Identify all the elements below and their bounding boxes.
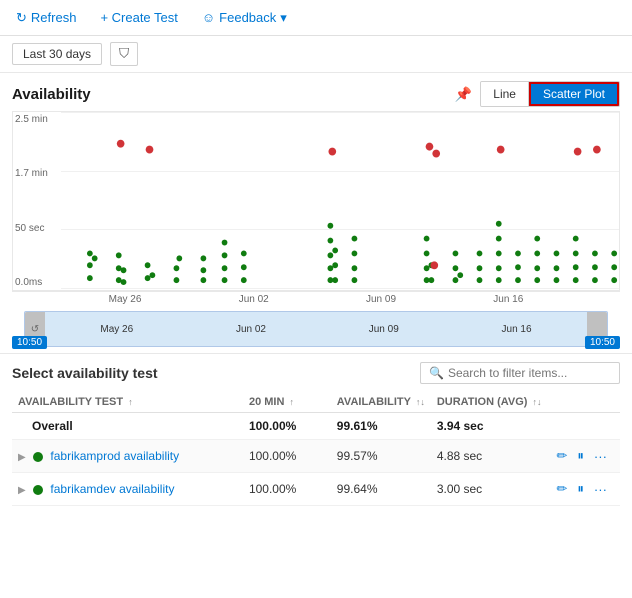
availability-table: AVAILABILITY TEST ↑ 20 MIN ↑ AVAILABILIT… bbox=[12, 392, 620, 506]
chart-section: Availability 📌 Line Scatter Plot 2.5 min… bbox=[0, 73, 632, 354]
refresh-label: Refresh bbox=[31, 10, 77, 25]
row1-20min: 100.00% bbox=[243, 440, 331, 473]
table-row: ▶ fabrikamprod availability 100.00% 99.5… bbox=[12, 440, 620, 473]
line-view-button[interactable]: Line bbox=[481, 82, 529, 106]
scrubber-labels: May 26 Jun 02 Jun 09 Jun 16 bbox=[25, 324, 607, 335]
chevron-down-icon: ▾ bbox=[280, 10, 287, 26]
scrubber-label-2: Jun 02 bbox=[236, 324, 266, 335]
feedback-label: Feedback bbox=[219, 10, 276, 25]
overall-name: Overall bbox=[12, 413, 243, 440]
row2-name[interactable]: ▶ fabrikamdev availability bbox=[12, 473, 243, 506]
status-dot-2 bbox=[33, 485, 43, 495]
col-header-20min[interactable]: 20 MIN ↑ bbox=[243, 392, 331, 413]
column-headers: AVAILABILITY TEST ↑ 20 MIN ↑ AVAILABILIT… bbox=[12, 392, 620, 413]
x-label-2: Jun 02 bbox=[239, 294, 269, 305]
top-bar: ↻ Refresh + Create Test ☺ Feedback ▾ bbox=[0, 0, 632, 36]
search-box[interactable]: 🔍 bbox=[420, 362, 620, 384]
view-toggle: Line Scatter Plot bbox=[480, 81, 620, 107]
time-badge-right: 10:50 bbox=[585, 336, 620, 349]
overall-duration: 3.94 sec bbox=[431, 413, 548, 440]
table-title: Select availability test bbox=[12, 365, 158, 381]
expand-icon-1[interactable]: ▶ bbox=[18, 452, 26, 463]
sort-icon-dur: ↑↓ bbox=[533, 397, 542, 407]
x-label-3: Jun 09 bbox=[366, 294, 396, 305]
refresh-icon: ↻ bbox=[16, 10, 27, 26]
scatter-view-button[interactable]: Scatter Plot bbox=[529, 82, 619, 106]
scrubber[interactable]: ↺ May 26 Jun 02 Jun 09 Jun 16 bbox=[24, 311, 608, 347]
create-test-button[interactable]: + Create Test bbox=[96, 8, 181, 27]
row2-more-button[interactable]: ··· bbox=[591, 480, 610, 499]
status-dot-1 bbox=[33, 452, 43, 462]
scrubber-label-4: Jun 16 bbox=[502, 324, 532, 335]
row2-edit-button[interactable]: ✏ bbox=[554, 479, 571, 499]
table-head: AVAILABILITY TEST ↑ 20 MIN ↑ AVAILABILIT… bbox=[12, 392, 620, 413]
row1-action-buttons: ✏ ⏸ ··· bbox=[554, 446, 614, 466]
sort-icon-avail: ↑↓ bbox=[416, 397, 425, 407]
scrubber-label-1: May 26 bbox=[100, 324, 133, 335]
create-test-label: + Create Test bbox=[100, 10, 177, 25]
y-label-top: 2.5 min bbox=[15, 114, 61, 125]
feedback-button[interactable]: ☺ Feedback ▾ bbox=[198, 8, 291, 28]
y-axis-labels: 2.5 min 1.7 min 50 sec 0.0ms bbox=[13, 112, 61, 290]
search-input[interactable] bbox=[448, 366, 611, 380]
expand-icon-2[interactable]: ▶ bbox=[18, 485, 26, 496]
row1-actions: ✏ ⏸ ··· bbox=[548, 440, 620, 473]
filter-bar: Last 30 days ⛉ bbox=[0, 36, 632, 73]
search-icon: 🔍 bbox=[429, 366, 444, 380]
chart-actions: 📌 Line Scatter Plot bbox=[455, 81, 620, 107]
y-label-2: 1.7 min bbox=[15, 168, 61, 179]
y-label-bottom: 0.0ms bbox=[15, 277, 61, 288]
table-body: Overall 100.00% 99.61% 3.94 sec ▶ fabrik… bbox=[12, 413, 620, 506]
smiley-icon: ☺ bbox=[202, 10, 215, 25]
scatter-plot-svg bbox=[61, 112, 619, 290]
time-badge-left: 10:50 bbox=[12, 336, 47, 349]
refresh-button[interactable]: ↻ Refresh bbox=[12, 8, 80, 28]
col-header-actions bbox=[548, 392, 620, 413]
overall-availability: 99.61% bbox=[331, 413, 431, 440]
row2-availability: 99.64% bbox=[331, 473, 431, 506]
row1-duration: 4.88 sec bbox=[431, 440, 548, 473]
sort-icon-name: ↑ bbox=[128, 397, 133, 407]
scrubber-label-3: Jun 09 bbox=[369, 324, 399, 335]
scrubber-nav-icon: ↺ bbox=[31, 324, 39, 335]
funnel-icon: ⛉ bbox=[119, 46, 129, 61]
overall-actions bbox=[548, 413, 620, 440]
row1-availability: 99.57% bbox=[331, 440, 431, 473]
table-header-row: Select availability test 🔍 bbox=[12, 362, 620, 384]
date-range-label: Last 30 days bbox=[23, 47, 91, 61]
col-header-availability[interactable]: AVAILABILITY ↑↓ bbox=[331, 392, 431, 413]
row2-action-buttons: ✏ ⏸ ··· bbox=[554, 479, 614, 499]
x-label-4: Jun 16 bbox=[493, 294, 523, 305]
col-header-name[interactable]: AVAILABILITY TEST ↑ bbox=[12, 392, 243, 413]
table-section: Select availability test 🔍 AVAILABILITY … bbox=[0, 354, 632, 506]
col-header-duration[interactable]: DURATION (AVG) ↑↓ bbox=[431, 392, 548, 413]
row1-edit-button[interactable]: ✏ bbox=[554, 446, 571, 466]
table-row: ▶ fabrikamdev availability 100.00% 99.64… bbox=[12, 473, 620, 506]
row1-pause-button[interactable]: ⏸ bbox=[574, 446, 587, 466]
chart-area: 2.5 min 1.7 min 50 sec 0.0ms bbox=[12, 111, 620, 291]
overall-20min: 100.00% bbox=[243, 413, 331, 440]
pin-icon[interactable]: 📌 bbox=[455, 86, 472, 103]
chart-header: Availability 📌 Line Scatter Plot bbox=[12, 81, 620, 107]
row2-duration: 3.00 sec bbox=[431, 473, 548, 506]
row1-more-button[interactable]: ··· bbox=[591, 447, 610, 466]
overall-row: Overall 100.00% 99.61% 3.94 sec bbox=[12, 413, 620, 440]
y-label-3: 50 sec bbox=[15, 223, 61, 234]
funnel-button[interactable]: ⛉ bbox=[110, 42, 138, 66]
date-range-button[interactable]: Last 30 days bbox=[12, 43, 102, 65]
row2-pause-button[interactable]: ⏸ bbox=[574, 479, 587, 499]
x-label-1: May 26 bbox=[109, 294, 142, 305]
chart-title: Availability bbox=[12, 86, 91, 103]
sort-icon-20min: ↑ bbox=[289, 397, 294, 407]
row1-name[interactable]: ▶ fabrikamprod availability bbox=[12, 440, 243, 473]
x-axis-labels: May 26 Jun 02 Jun 09 Jun 16 bbox=[12, 291, 620, 307]
row2-20min: 100.00% bbox=[243, 473, 331, 506]
row2-actions: ✏ ⏸ ··· bbox=[548, 473, 620, 506]
